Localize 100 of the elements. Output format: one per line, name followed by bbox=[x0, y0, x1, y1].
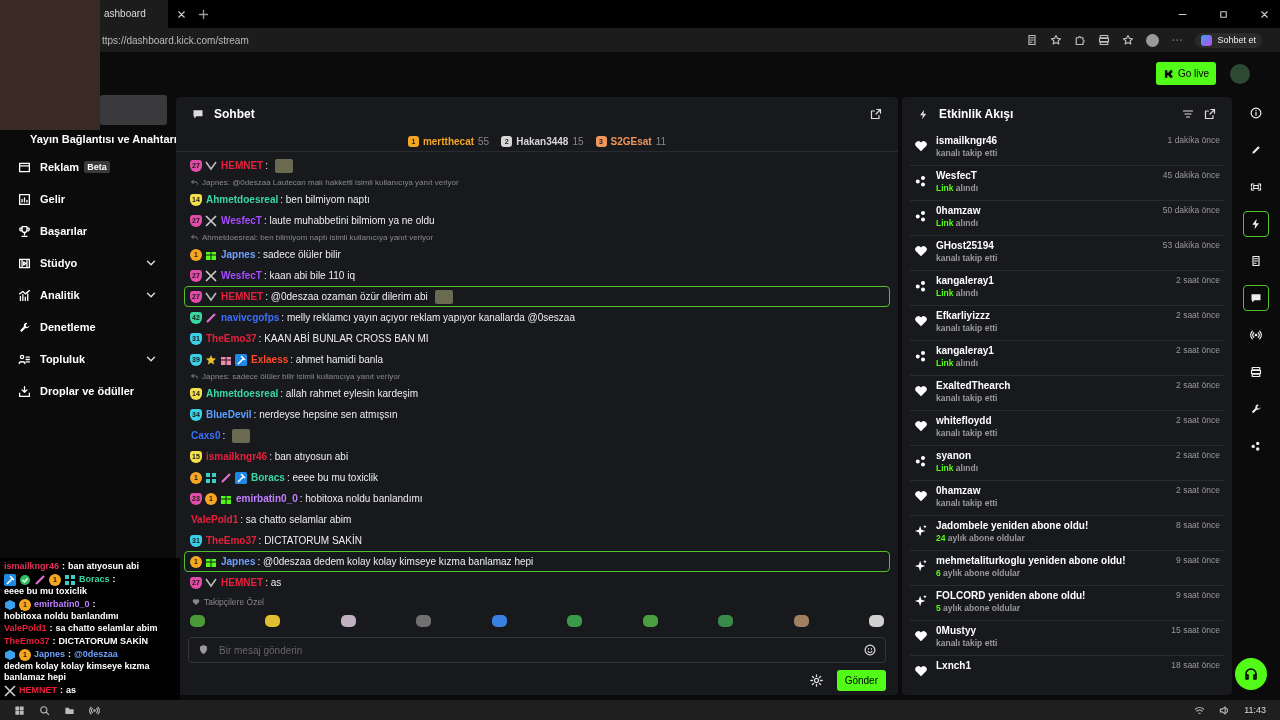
profile-banner bbox=[100, 95, 167, 125]
chat-username[interactable]: HEMNET bbox=[221, 291, 264, 302]
analytics-icon bbox=[18, 288, 31, 302]
separator-text: : bbox=[92, 598, 96, 611]
event-detail: Link alındı bbox=[936, 218, 980, 228]
sidebar-item[interactable]: Stüdyo bbox=[0, 247, 176, 279]
sidebar-item[interactable]: Başarılar bbox=[0, 215, 176, 247]
send-button[interactable]: Gönder bbox=[836, 669, 886, 691]
event-time: 2 saat önce bbox=[1176, 415, 1220, 425]
heart-icon bbox=[914, 664, 928, 678]
windows-logo-icon[interactable] bbox=[14, 704, 25, 716]
chat-message-text: : ahmet hamidi banla bbox=[290, 354, 384, 365]
media-icon bbox=[1250, 366, 1262, 378]
chevron-icon bbox=[205, 159, 217, 172]
emote-icon[interactable] bbox=[265, 615, 281, 627]
reply-icon bbox=[190, 372, 199, 381]
favorites-icon[interactable] bbox=[1122, 34, 1135, 46]
chat-username[interactable]: BlueDevil bbox=[206, 409, 252, 420]
chat-username[interactable]: ismailkngr46 bbox=[206, 451, 268, 462]
sidebar-item[interactable]: Reklam Beta bbox=[0, 151, 176, 183]
event-detail: kanalı takip etti bbox=[936, 393, 999, 403]
chat-username[interactable]: WesfecT bbox=[221, 270, 262, 281]
new-tab-icon[interactable] bbox=[197, 7, 210, 21]
emote-icon[interactable] bbox=[567, 615, 583, 627]
emote-icon[interactable] bbox=[190, 615, 205, 627]
chat-message-text: : sa chatto selamlar abim bbox=[240, 514, 352, 525]
chat-username[interactable]: HEMNET bbox=[221, 160, 264, 171]
address-bar[interactable]: ttps://dashboard.kick.com/stream bbox=[102, 34, 249, 46]
rail-button[interactable] bbox=[1243, 211, 1269, 237]
chat-username[interactable]: Caxs0 bbox=[191, 430, 221, 441]
info-icon bbox=[1250, 107, 1262, 119]
chat-username[interactable]: Ahmetdoesreal bbox=[206, 194, 279, 205]
chat-username[interactable]: Exlaess bbox=[251, 354, 289, 365]
dots-icon bbox=[1250, 440, 1262, 452]
emote-icon[interactable] bbox=[642, 615, 658, 627]
crossed-swords-icon bbox=[205, 269, 217, 282]
sidebar-item[interactable]: Analitik bbox=[0, 279, 176, 311]
popout-icon[interactable] bbox=[1204, 108, 1216, 120]
event-detail: 6 aylık abone oldular bbox=[936, 568, 1022, 578]
app-icon[interactable] bbox=[89, 704, 100, 716]
beta-badge: Beta bbox=[84, 161, 110, 173]
message-input[interactable]: Bir mesaj gönderin bbox=[188, 637, 886, 663]
chat-username[interactable]: Ahmetdoesreal bbox=[206, 388, 279, 399]
close-icon[interactable] bbox=[1259, 8, 1270, 20]
popout-icon[interactable] bbox=[870, 108, 882, 120]
emote-icon[interactable] bbox=[868, 615, 884, 627]
taskbar-clock[interactable]: 11:43 bbox=[1244, 705, 1266, 715]
copilot-button[interactable]: Sohbet et bbox=[1195, 32, 1262, 48]
emote-icon[interactable] bbox=[340, 615, 356, 627]
browser-tab[interactable]: ashboard bbox=[100, 0, 168, 28]
support-button[interactable] bbox=[1235, 658, 1267, 690]
check-icon bbox=[19, 573, 31, 586]
event-detail: kanalı takip etti bbox=[936, 253, 999, 263]
event-time: 2 saat önce bbox=[1176, 485, 1220, 495]
event-detail: 24 aylık abone oldular bbox=[936, 533, 1026, 543]
chat-username[interactable]: ValePold1 bbox=[191, 514, 239, 525]
heart-icon bbox=[192, 598, 200, 606]
chat-username[interactable]: WesfecT bbox=[221, 215, 262, 226]
lightning-icon bbox=[1250, 218, 1262, 230]
favorite-icon[interactable] bbox=[1050, 34, 1063, 46]
event-title: 0Mustyy bbox=[936, 625, 977, 636]
sidebar-item[interactable]: Denetleme bbox=[0, 311, 176, 343]
chat-username[interactable]: TheEmo37 bbox=[206, 333, 257, 344]
reply-context: Ahmetdoesreal: ben bilmiyom naptı isimli kullanıcıya yanıt veriyor bbox=[202, 233, 434, 242]
sidebar-item[interactable]: Droplar ve ödüller bbox=[0, 375, 176, 407]
search-icon[interactable] bbox=[39, 704, 50, 716]
extension-icon[interactable] bbox=[1074, 34, 1087, 46]
chat-username[interactable]: HEMNET bbox=[221, 577, 264, 588]
panel-title: Etkinlik Akışı bbox=[939, 107, 1014, 121]
overlay-message-text: as bbox=[66, 685, 76, 697]
chat-username[interactable]: Japnes bbox=[221, 249, 256, 260]
pencil-icon bbox=[34, 573, 46, 586]
event-time: 18 saat önce bbox=[1171, 660, 1220, 670]
event-title: Lxnch1 bbox=[936, 660, 972, 671]
reader-icon[interactable] bbox=[1026, 34, 1039, 46]
profile-avatar[interactable] bbox=[1146, 33, 1160, 47]
chat-username[interactable]: emirbatin0_0 bbox=[236, 493, 298, 504]
rail-button[interactable] bbox=[1243, 285, 1269, 311]
sidebar-link[interactable]: Yayın Bağlantısı ve Anahtarı bbox=[30, 133, 176, 145]
event-time: 2 saat önce bbox=[1176, 450, 1220, 460]
media-icon[interactable] bbox=[1098, 34, 1111, 46]
emoji-icon[interactable] bbox=[864, 644, 876, 656]
filter-icon[interactable] bbox=[1182, 108, 1194, 120]
sidebar-item[interactable]: Gelir bbox=[0, 183, 176, 215]
settings-icon[interactable] bbox=[809, 673, 823, 687]
chat-message-text: : ban atıyosun abi bbox=[269, 451, 349, 462]
chat-username[interactable]: Japnes bbox=[221, 556, 256, 567]
chat-message-text: : bbox=[222, 430, 226, 441]
sidebar-item[interactable]: Topluluk bbox=[0, 343, 176, 375]
close-icon[interactable] bbox=[176, 8, 187, 20]
event-time: 2 saat önce bbox=[1176, 380, 1220, 390]
go-live-button[interactable]: Go live bbox=[1155, 62, 1216, 85]
chat-message-text: : eeee bu mu toxiclik bbox=[286, 472, 379, 483]
emote-icon[interactable] bbox=[793, 615, 809, 627]
separator-text: : bbox=[60, 685, 63, 697]
chat-username[interactable]: Boracs bbox=[251, 472, 285, 483]
chat-username[interactable]: TheEmo37 bbox=[206, 535, 257, 546]
chat-username[interactable]: navivcgofps bbox=[221, 312, 280, 323]
maximize-icon[interactable] bbox=[1218, 8, 1229, 20]
wrench-icon bbox=[18, 320, 31, 334]
